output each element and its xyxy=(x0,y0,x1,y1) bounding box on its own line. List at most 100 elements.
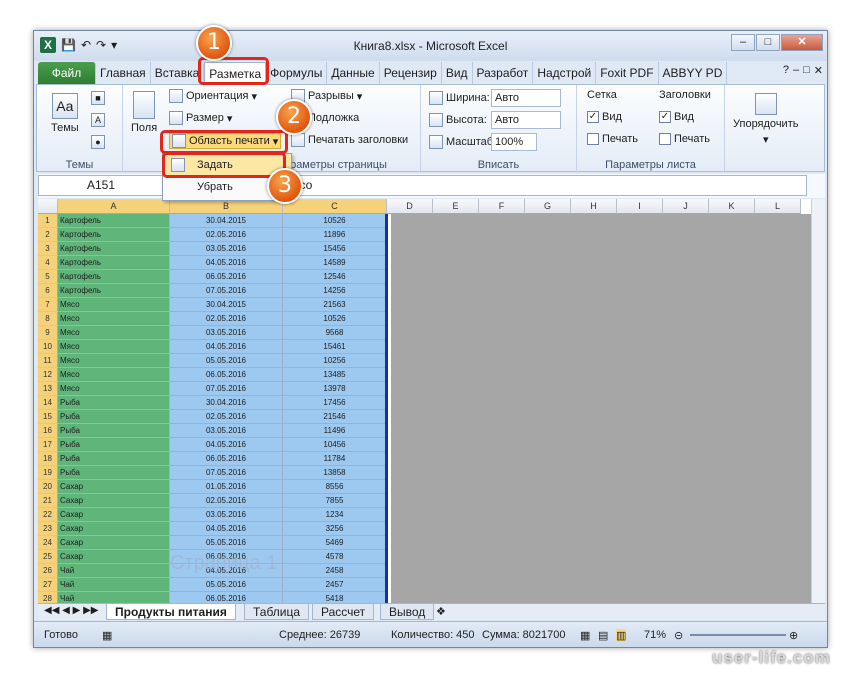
tab-11[interactable]: ABBYY PD xyxy=(659,62,728,84)
worksheet-grid[interactable]: A B C D E F G H I J K L 1 Картофель 30.04.2015 10526 2 Ка… xyxy=(38,199,811,603)
cell-a[interactable]: Сахар xyxy=(58,550,170,564)
cell-a[interactable]: Мясо xyxy=(58,326,170,340)
row-header[interactable]: 10 xyxy=(38,340,58,354)
margins-button[interactable]: Поля xyxy=(131,91,157,134)
sheet-nav-icon[interactable]: ◀◀ ◀ ▶ ▶▶ xyxy=(44,605,98,616)
tab-2[interactable]: Вставка xyxy=(151,62,205,84)
cell-c[interactable]: 21563 xyxy=(283,298,387,312)
row-header[interactable]: 25 xyxy=(38,550,58,564)
cell-a[interactable]: Картофель xyxy=(58,242,170,256)
cell-c[interactable]: 1234 xyxy=(283,508,387,522)
tab-1[interactable]: Главная xyxy=(96,62,151,84)
cell-b[interactable]: 07.05.2016 xyxy=(170,382,283,396)
row-header[interactable]: 24 xyxy=(38,536,58,550)
cell-c[interactable]: 2457 xyxy=(283,578,387,592)
cell-b[interactable]: 30.04.2016 xyxy=(170,396,283,410)
cell-c[interactable]: 5418 xyxy=(283,592,387,603)
cell-b[interactable]: 03.05.2016 xyxy=(170,242,283,256)
sheet-tab-3[interactable]: Вывод xyxy=(380,604,435,620)
cell-b[interactable]: 05.05.2016 xyxy=(170,578,283,592)
tab-10[interactable]: Foxit PDF xyxy=(596,62,659,84)
cell-a[interactable]: Рыба xyxy=(58,452,170,466)
sheet-tab-0[interactable]: Продукты питания xyxy=(106,604,236,620)
cell-b[interactable]: 03.05.2016 xyxy=(170,424,283,438)
cell-a[interactable]: Мясо xyxy=(58,382,170,396)
cell-b[interactable]: 04.05.2016 xyxy=(170,522,283,536)
select-all-corner[interactable] xyxy=(38,199,58,214)
print-titles-button[interactable]: Печатать заголовки xyxy=(291,133,408,147)
row-header[interactable]: 22 xyxy=(38,508,58,522)
tab-0[interactable]: Файл xyxy=(38,62,96,84)
row-header[interactable]: 18 xyxy=(38,452,58,466)
cell-b[interactable]: 01.05.2016 xyxy=(170,480,283,494)
cell-b[interactable]: 05.05.2016 xyxy=(170,354,283,368)
cell-b[interactable]: 04.05.2016 xyxy=(170,340,283,354)
row-header[interactable]: 17 xyxy=(38,438,58,452)
tab-6[interactable]: Рецензир xyxy=(380,62,442,84)
cell-a[interactable]: Сахар xyxy=(58,536,170,550)
cell-a[interactable]: Картофель xyxy=(58,256,170,270)
cell-a[interactable]: Мясо xyxy=(58,298,170,312)
column-header-c[interactable]: C xyxy=(283,199,387,214)
cell-b[interactable]: 04.05.2016 xyxy=(170,438,283,452)
orientation-button[interactable]: Ориентация ▾ xyxy=(169,89,257,103)
cell-c[interactable]: 10256 xyxy=(283,354,387,368)
cell-a[interactable]: Чай xyxy=(58,592,170,603)
cell-a[interactable]: Мясо xyxy=(58,340,170,354)
sheet-tab-2[interactable]: Рассчет xyxy=(312,604,375,620)
cell-b[interactable]: 06.05.2016 xyxy=(170,452,283,466)
column-header-e[interactable]: E xyxy=(433,199,479,214)
page-break-view-icon[interactable]: ▥ xyxy=(616,629,627,642)
cell-b[interactable]: 07.05.2016 xyxy=(170,284,283,298)
row-header[interactable]: 16 xyxy=(38,424,58,438)
width-select[interactable]: Авто xyxy=(491,89,561,107)
cell-c[interactable]: 7855 xyxy=(283,494,387,508)
cell-b[interactable]: 07.05.2016 xyxy=(170,466,283,480)
cell-c[interactable]: 14589 xyxy=(283,256,387,270)
cell-b[interactable]: 05.05.2016 xyxy=(170,536,283,550)
cell-a[interactable]: Мясо xyxy=(58,312,170,326)
cell-c[interactable]: 2458 xyxy=(283,564,387,578)
cell-b[interactable]: 03.05.2016 xyxy=(170,326,283,340)
cell-a[interactable]: Картофель xyxy=(58,284,170,298)
cell-c[interactable]: 10526 xyxy=(283,312,387,326)
headings-view-checkbox[interactable]: ✓ Вид xyxy=(659,111,694,123)
height-select[interactable]: Авто xyxy=(491,111,561,129)
cell-a[interactable]: Рыба xyxy=(58,424,170,438)
doc-minimize-icon[interactable]: – xyxy=(793,64,799,77)
cell-c[interactable]: 12546 xyxy=(283,270,387,284)
normal-view-icon[interactable]: ▦ xyxy=(580,629,590,642)
column-header-f[interactable]: F xyxy=(479,199,525,214)
cell-a[interactable]: Картофель xyxy=(58,228,170,242)
cell-b[interactable]: 06.05.2016 xyxy=(170,592,283,603)
column-header-g[interactable]: G xyxy=(525,199,571,214)
arrange-button[interactable]: Упорядочить ▾ xyxy=(733,93,798,146)
print-area-boundary[interactable] xyxy=(385,214,388,603)
gridlines-print-checkbox[interactable]: Печать xyxy=(587,133,638,145)
gridlines-view-checkbox[interactable]: ✓ Вид xyxy=(587,111,622,123)
row-header[interactable]: 1 xyxy=(38,214,58,228)
cell-c[interactable]: 13858 xyxy=(283,466,387,480)
name-box[interactable]: A151 xyxy=(38,175,164,196)
maximize-button[interactable]: □ xyxy=(756,34,780,51)
cell-c[interactable]: 17456 xyxy=(283,396,387,410)
cell-c[interactable]: 3256 xyxy=(283,522,387,536)
cell-a[interactable]: Сахар xyxy=(58,522,170,536)
row-header[interactable]: 15 xyxy=(38,410,58,424)
row-header[interactable]: 26 xyxy=(38,564,58,578)
close-button[interactable]: ✕ xyxy=(781,34,823,51)
zoom-slider[interactable] xyxy=(690,634,786,636)
cell-b[interactable]: 06.05.2016 xyxy=(170,368,283,382)
row-header[interactable]: 21 xyxy=(38,494,58,508)
cell-a[interactable]: Мясо xyxy=(58,354,170,368)
cell-a[interactable]: Мясо xyxy=(58,368,170,382)
cell-a[interactable]: Рыба xyxy=(58,466,170,480)
column-header-l[interactable]: L xyxy=(755,199,801,214)
vertical-scrollbar[interactable] xyxy=(811,199,825,603)
theme-effects-icon[interactable]: ● xyxy=(91,135,105,149)
cell-c[interactable]: 9568 xyxy=(283,326,387,340)
zoom-level[interactable]: 71% xyxy=(644,629,666,641)
cell-b[interactable]: 02.05.2016 xyxy=(170,228,283,242)
cell-b[interactable]: 06.05.2016 xyxy=(170,270,283,284)
doc-close-icon[interactable]: ✕ xyxy=(814,64,823,77)
